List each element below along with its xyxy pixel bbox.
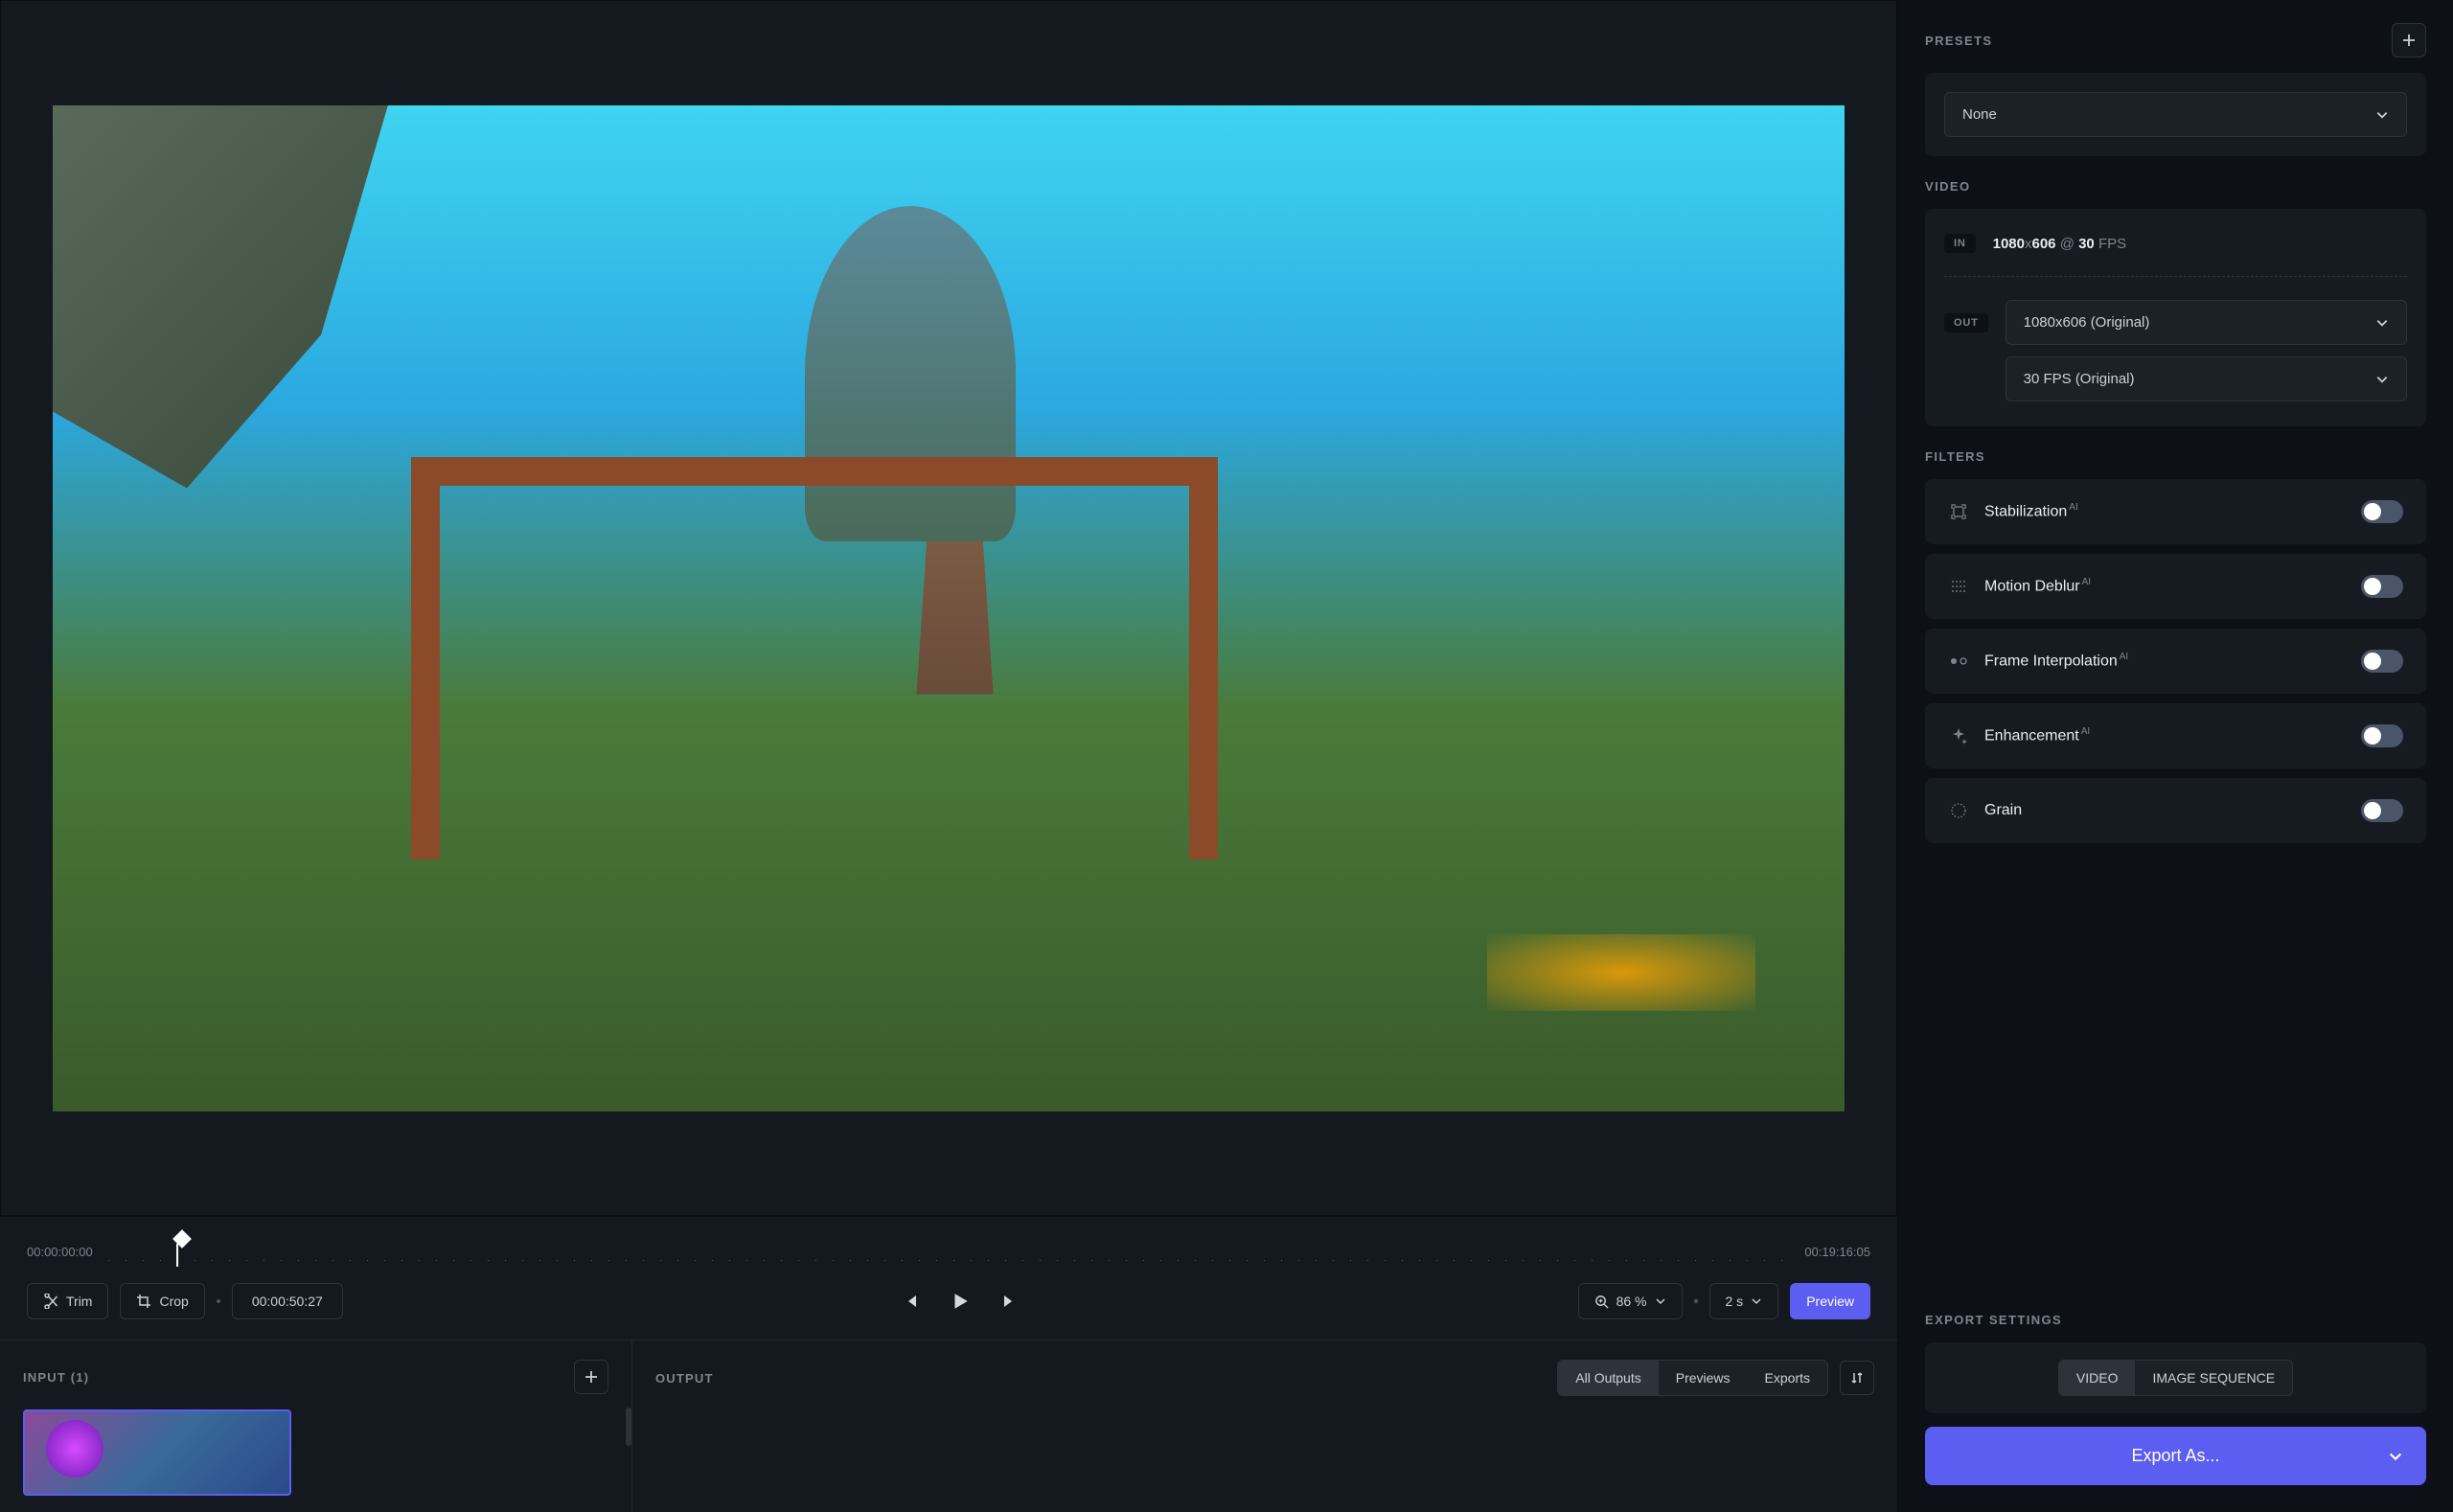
tab-export-video[interactable]: VIDEO (2059, 1361, 2136, 1395)
filter-stabilization: StabilizationAI (1925, 479, 2426, 544)
timeline-section: 00:00:00:00 00:19:16:05 Trim Crop 00:00:… (0, 1216, 1897, 1340)
timeline-track[interactable] (108, 1236, 1790, 1267)
output-tabs: All Outputs Previews Exports (1557, 1360, 1828, 1396)
presets-title: PRESETS (1925, 34, 1992, 48)
play-button[interactable] (941, 1282, 979, 1320)
enhancement-icon (1948, 725, 1969, 746)
divider (1694, 1299, 1698, 1303)
chevron-down-icon (2375, 108, 2389, 122)
chevron-down-icon (2388, 1449, 2403, 1464)
stabilization-icon (1948, 501, 1969, 522)
tab-all-outputs[interactable]: All Outputs (1558, 1361, 1658, 1395)
trim-button[interactable]: Trim (27, 1283, 108, 1319)
frame-interpolation-icon (1948, 651, 1969, 672)
preview-button[interactable]: Preview (1790, 1283, 1870, 1319)
divider (217, 1299, 220, 1303)
input-panel: INPUT (1) (0, 1340, 632, 1512)
in-badge: IN (1944, 234, 1976, 253)
step-forward-icon (1000, 1292, 1020, 1311)
output-panel: OUTPUT All Outputs Previews Exports (632, 1340, 1897, 1512)
grain-toggle[interactable] (2361, 799, 2403, 822)
settings-sidebar: PRESETS None VIDEO IN 1080x606 @ 30 (1897, 0, 2453, 1512)
plus-icon (2401, 33, 2417, 48)
filter-label: Grain (1984, 802, 2022, 819)
filter-label: Motion DeblurAI (1984, 577, 2091, 595)
main-area: 00:00:00:00 00:19:16:05 Trim Crop 00:00:… (0, 0, 1897, 1512)
video-preview-container (0, 0, 1897, 1216)
motion-deblur-icon (1948, 576, 1969, 597)
filter-enhancement: EnhancementAI (1925, 703, 2426, 768)
filter-grain: Grain (1925, 778, 2426, 843)
tab-previews[interactable]: Previews (1659, 1361, 1748, 1395)
grain-icon (1948, 800, 1969, 821)
tab-exports[interactable]: Exports (1748, 1361, 1827, 1395)
add-input-button[interactable] (574, 1360, 608, 1394)
plus-icon (584, 1369, 599, 1385)
filter-label: Frame InterpolationAI (1984, 652, 2128, 670)
frame-interpolation-toggle[interactable] (2361, 650, 2403, 673)
tab-export-image-sequence[interactable]: IMAGE SEQUENCE (2135, 1361, 2292, 1395)
sort-icon (1850, 1371, 1864, 1385)
motion-deblur-toggle[interactable] (2361, 575, 2403, 598)
in-resolution: 1080x606 @ 30 FPS (1993, 236, 2127, 252)
export-format-tabs: VIDEO IMAGE SEQUENCE (2058, 1360, 2293, 1396)
divider (1944, 276, 2407, 277)
bottom-panels: INPUT (1) OUTPUT All Outputs Previews Ex… (0, 1340, 1897, 1512)
video-in-info: IN 1080x606 @ 30 FPS (1944, 228, 2407, 259)
filters-title: FILTERS (1925, 449, 1985, 464)
zoom-select[interactable]: 86 % (1578, 1283, 1683, 1319)
timeline-end-time: 00:19:16:05 (1804, 1245, 1870, 1259)
filter-motion-deblur: Motion DeblurAI (1925, 554, 2426, 619)
crop-button[interactable]: Crop (120, 1283, 204, 1319)
filter-label: EnhancementAI (1984, 726, 2090, 745)
input-panel-title: INPUT (1) (23, 1370, 89, 1385)
chevron-down-icon (1751, 1295, 1762, 1307)
chevron-down-icon (2375, 373, 2389, 386)
speed-select[interactable]: 2 s (1709, 1283, 1779, 1319)
step-back-icon (901, 1292, 920, 1311)
zoom-icon (1594, 1294, 1609, 1309)
out-resolution-select[interactable]: 1080x606 (Original) (2006, 300, 2407, 345)
timeline-playhead[interactable] (172, 1229, 192, 1249)
add-preset-button[interactable] (2392, 23, 2426, 57)
export-settings-title: EXPORT SETTINGS (1925, 1313, 2062, 1327)
export-as-button[interactable]: Export As... (1925, 1427, 2426, 1485)
out-fps-select[interactable]: 30 FPS (Original) (2006, 356, 2407, 401)
out-badge: OUT (1944, 313, 1988, 332)
video-section-title: VIDEO (1925, 179, 1970, 194)
timeline-start-time: 00:00:00:00 (27, 1245, 93, 1259)
panel-resize-handle[interactable] (626, 1408, 631, 1446)
video-preview[interactable] (53, 105, 1845, 1111)
filter-frame-interpolation: Frame InterpolationAI (1925, 629, 2426, 694)
output-panel-title: OUTPUT (655, 1371, 714, 1386)
scissors-icon (43, 1294, 58, 1309)
stabilization-toggle[interactable] (2361, 500, 2403, 523)
filter-label: StabilizationAI (1984, 502, 2078, 520)
step-forward-button[interactable] (991, 1282, 1029, 1320)
preset-select[interactable]: None (1944, 92, 2407, 137)
chevron-down-icon (1655, 1295, 1666, 1307)
chevron-down-icon (2375, 316, 2389, 330)
crop-icon (136, 1294, 151, 1309)
enhancement-toggle[interactable] (2361, 724, 2403, 747)
step-back-button[interactable] (891, 1282, 929, 1320)
input-thumbnail[interactable] (23, 1409, 291, 1496)
current-timecode[interactable]: 00:00:50:27 (232, 1283, 343, 1319)
output-sort-button[interactable] (1840, 1361, 1874, 1395)
play-icon (950, 1291, 971, 1312)
